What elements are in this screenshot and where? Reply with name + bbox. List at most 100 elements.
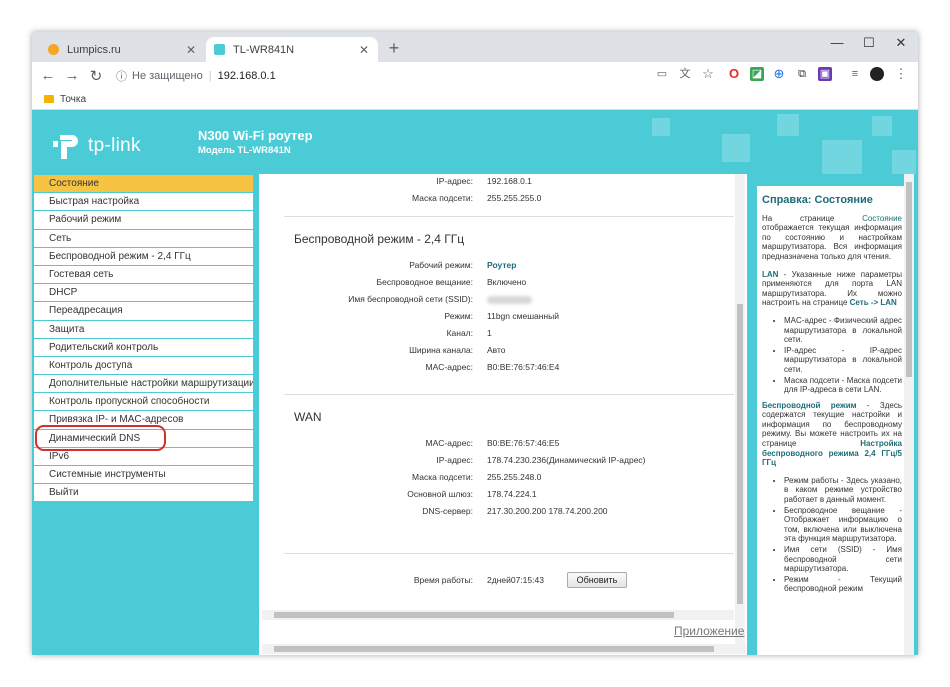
content-horizontal-scrollbar[interactable] bbox=[262, 610, 734, 620]
wl-channel-value: 1 bbox=[487, 328, 492, 338]
scrollbar-thumb[interactable] bbox=[906, 182, 912, 377]
sidebar-item-bandwidth-control[interactable]: Контроль пропускной способности bbox=[34, 393, 253, 411]
back-button[interactable]: ← bbox=[36, 67, 60, 84]
wl-channel-label: Канал: bbox=[446, 328, 473, 338]
help-lan-item: IP-адрес - IP-адрес маршрутизатора в лок… bbox=[784, 346, 902, 375]
wl-radio-value: 11bgn смешанный bbox=[487, 311, 559, 321]
wan-mask-value: 255.255.248.0 bbox=[487, 472, 542, 482]
reload-button[interactable]: ↻ bbox=[84, 67, 108, 85]
tab-title: TL-WR841N bbox=[233, 43, 295, 56]
model-info: N300 Wi-Fi роутер Модель TL-WR841N bbox=[198, 128, 313, 156]
sidebar-item-forwarding[interactable]: Переадресация bbox=[34, 302, 253, 320]
wan-ip-label: IP-адрес: bbox=[436, 455, 473, 465]
sidebar-item-security[interactable]: Защита bbox=[34, 320, 253, 338]
decor-square bbox=[722, 134, 750, 162]
close-tab-icon[interactable]: ✕ bbox=[358, 43, 370, 57]
tab-lumpics[interactable]: Lumpics.ru ✕ bbox=[40, 37, 205, 62]
page-horizontal-scrollbar[interactable] bbox=[262, 644, 746, 654]
extension-purple-icon[interactable]: ▣ bbox=[818, 67, 832, 81]
router-header: tp-link N300 Wi-Fi роутер Модель TL-WR84… bbox=[32, 110, 918, 174]
decor-square bbox=[872, 116, 892, 136]
help-content: Справка: Состояние На странице Состояние… bbox=[757, 186, 907, 655]
wan-dns-value: 217.30.200.200 178.74.200.200 bbox=[487, 506, 608, 516]
sidebar-item-guest-network[interactable]: Гостевая сеть bbox=[34, 265, 253, 284]
sidebar-item-system-tools[interactable]: Системные инструменты bbox=[34, 466, 253, 484]
sidebar-item-logout[interactable]: Выйти bbox=[34, 484, 253, 502]
extension-puzzle-icon[interactable]: ⧉ bbox=[795, 67, 809, 81]
sidebar-item-dhcp[interactable]: DHCP bbox=[34, 284, 253, 302]
dynamic-dns-highlight bbox=[35, 425, 166, 451]
help-lan-link[interactable]: Сеть -> LAN bbox=[850, 298, 897, 307]
wl-width-value: Авто bbox=[487, 345, 506, 355]
help-wireless: Беспроводной режим - Здесь содержатся те… bbox=[762, 401, 902, 468]
close-window-button[interactable]: ✕ bbox=[889, 35, 913, 51]
star-icon[interactable]: ☆ bbox=[701, 67, 715, 81]
decor-square bbox=[822, 140, 862, 174]
maximize-button[interactable]: ☐ bbox=[857, 35, 881, 51]
extension-green-icon[interactable]: ◪ bbox=[750, 67, 764, 81]
app-link[interactable]: Приложение bbox=[674, 624, 745, 638]
close-tab-icon[interactable]: ✕ bbox=[185, 43, 197, 57]
divider bbox=[284, 394, 734, 395]
bookmark-tochka[interactable]: Точка bbox=[60, 94, 86, 105]
url-text[interactable]: 192.168.0.1 bbox=[218, 70, 276, 82]
model-title: N300 Wi-Fi роутер bbox=[198, 128, 313, 143]
folder-icon bbox=[44, 95, 54, 103]
forward-button[interactable]: → bbox=[60, 67, 84, 84]
wan-mac-label: MAC-адрес: bbox=[425, 438, 473, 448]
refresh-button[interactable]: Обновить bbox=[567, 572, 627, 588]
browser-window: Lumpics.ru ✕ TL-WR841N ✕ + — ☐ ✕ ← → ↻ ⓘ… bbox=[32, 32, 918, 655]
menu-kebab-icon[interactable]: ⋮ bbox=[894, 67, 908, 81]
scrollbar-thumb[interactable] bbox=[274, 612, 674, 618]
tab-title: Lumpics.ru bbox=[67, 43, 121, 56]
tplink-favicon-icon bbox=[214, 44, 225, 55]
uptime-label: Время работы: bbox=[413, 575, 473, 585]
lan-mask-value: 255.255.255.0 bbox=[487, 193, 542, 203]
tab-tl-wr841n[interactable]: TL-WR841N ✕ bbox=[206, 37, 378, 62]
sidebar-item-wireless[interactable]: Беспроводной режим - 2,4 ГГц bbox=[34, 247, 253, 265]
new-tab-button[interactable]: + bbox=[384, 38, 404, 58]
opera-icon[interactable]: O bbox=[727, 67, 741, 81]
sidebar-item-network[interactable]: Сеть bbox=[34, 229, 253, 247]
lan-mask-label: Маска подсети: bbox=[412, 193, 473, 203]
wan-gateway-value: 178.74.224.1 bbox=[487, 489, 537, 499]
help-wl-item: Режим работы - Здесь указано, в каком ре… bbox=[784, 476, 902, 505]
sidebar-item-advanced-routing[interactable]: Дополнительные настройки маршрутизации bbox=[34, 375, 253, 393]
help-wl-item: Режим - Текущий беспроводной режим bbox=[784, 575, 902, 594]
decor-square bbox=[892, 150, 916, 174]
scrollbar-thumb[interactable] bbox=[737, 304, 743, 604]
divider bbox=[284, 216, 734, 217]
help-intro-text: отображается текущая информация по состо… bbox=[762, 223, 902, 261]
reading-list-icon[interactable]: ≡ bbox=[848, 67, 862, 81]
wireless-section-title: Беспроводной режим - 2,4 ГГц bbox=[294, 232, 465, 246]
help-vertical-scrollbar[interactable] bbox=[904, 174, 914, 655]
wl-width-label: Ширина канала: bbox=[409, 345, 473, 355]
sidebar-item-quick-setup[interactable]: Быстрая настройка bbox=[34, 193, 253, 211]
sidebar-item-access-control[interactable]: Контроль доступа bbox=[34, 356, 253, 375]
globe-icon[interactable]: ⊕ bbox=[772, 67, 786, 81]
help-lan-item: Маска подсети - Маска подсети для IP-адр… bbox=[784, 376, 902, 395]
sidebar-item-parental-control[interactable]: Родительский контроль bbox=[34, 338, 253, 356]
sidebar-item-status[interactable]: Состояние bbox=[34, 175, 253, 193]
wl-broadcast-label: Беспроводное вещание: bbox=[376, 277, 473, 287]
help-intro-text: На странице bbox=[762, 213, 863, 223]
help-status-link[interactable]: Состояние bbox=[862, 214, 902, 223]
cast-icon[interactable]: ▭ bbox=[655, 67, 669, 81]
content-vertical-scrollbar[interactable] bbox=[735, 174, 745, 644]
browser-toolbar: ← → ↻ ⓘ Не защищено | 192.168.0.1 ▭ 文 ☆ … bbox=[32, 62, 918, 89]
uptime-value: 2дней07:15:43 bbox=[487, 575, 544, 585]
sidebar-item-operation-mode[interactable]: Рабочий режим bbox=[34, 211, 253, 229]
tplink-logo-icon bbox=[53, 135, 78, 159]
profile-avatar-icon[interactable] bbox=[870, 67, 884, 81]
wl-mode-value: Роутер bbox=[487, 260, 517, 270]
translate-icon[interactable]: 文 bbox=[678, 67, 692, 81]
decor-square bbox=[652, 118, 670, 136]
address-bar[interactable]: ⓘ Не защищено | 192.168.0.1 bbox=[108, 65, 648, 87]
scrollbar-thumb[interactable] bbox=[274, 646, 714, 652]
wan-mac-value: B0:BE:76:57:46:E5 bbox=[487, 438, 560, 448]
help-panel: Справка: Состояние На странице Состояние… bbox=[747, 174, 918, 655]
wan-ip-value: 178.74.230.236(Динамический IP-адрес) bbox=[487, 455, 646, 465]
minimize-button[interactable]: — bbox=[825, 35, 849, 50]
info-icon[interactable]: ⓘ bbox=[116, 68, 127, 84]
wan-section-title: WAN bbox=[294, 410, 322, 424]
